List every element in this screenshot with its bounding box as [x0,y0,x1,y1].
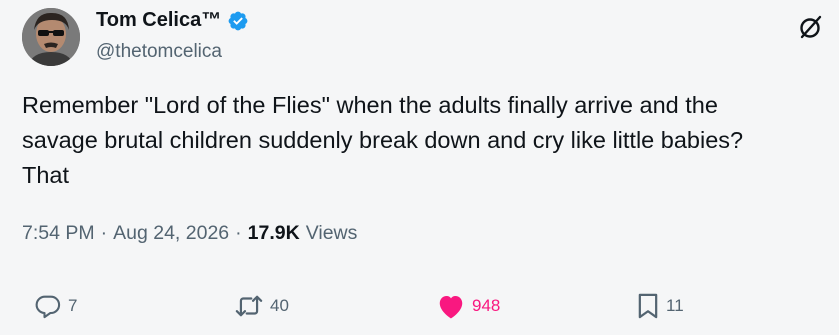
like-count: 948 [472,296,501,315]
meta-separator: · [235,222,242,244]
reply-button[interactable]: 7 [34,292,77,320]
views-label: Views [305,222,358,244]
bookmark-count: 11 [666,296,684,315]
views-count: 17.9K [247,222,300,244]
tweet-meta: 7:54 PM · Aug 24, 2026 · 17.9K Views [22,222,357,245]
avatar[interactable] [22,8,80,66]
like-icon [439,296,463,319]
repost-count: 40 [270,296,289,315]
reply-count: 7 [68,296,78,315]
bookmark-button[interactable]: 11 [636,292,684,320]
author-name[interactable]: Tom Celica™ [96,9,221,32]
bookmark-icon [638,293,658,319]
meta-separator: · [100,222,108,244]
author-handle[interactable]: @thetomcelica [96,41,222,63]
tweet-date[interactable]: Aug 24, 2026 [113,222,229,245]
reply-icon [35,295,61,319]
tweet-text: Remember "Lord of the Flies" when the ad… [22,92,744,188]
verified-badge-icon [228,11,248,30]
like-button[interactable]: 948 [436,292,500,320]
grok-icon[interactable] [798,14,824,40]
repost-icon [235,295,263,317]
repost-button[interactable]: 40 [234,292,289,320]
tweet-time[interactable]: 7:54 PM [22,222,95,245]
